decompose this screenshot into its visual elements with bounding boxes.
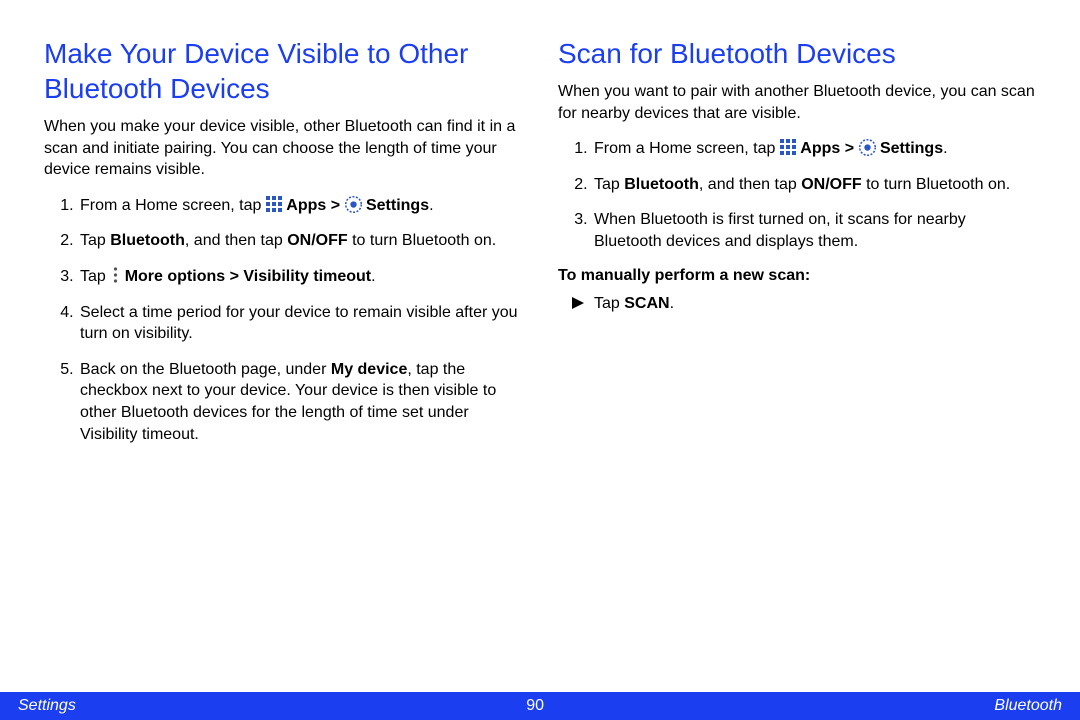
right-intro: When you want to pair with another Bluet… [558, 81, 1036, 124]
step-text: , and then tap [185, 232, 287, 249]
step-end: . [371, 268, 375, 285]
more-options-label: More options > Visibility timeout [125, 268, 371, 285]
my-device-label: My device [331, 361, 407, 378]
left-step-1: From a Home screen, tap Apps > Settings. [78, 195, 522, 217]
step-text: From a Home screen, tap [80, 197, 266, 214]
right-steps-list: From a Home screen, tap Apps > Settings.… [558, 138, 1036, 252]
step-text: Tap [594, 176, 624, 193]
more-options-icon [110, 267, 120, 283]
manual-page: Make Your Device Visible to Other Blueto… [0, 0, 1080, 720]
scan-label: SCAN [624, 295, 669, 312]
right-heading: Scan for Bluetooth Devices [558, 36, 1036, 71]
play-triangle-icon [572, 297, 586, 311]
step-end: . [943, 140, 947, 157]
step-text: Tap [80, 268, 110, 285]
scan-end: . [670, 295, 674, 312]
apps-label: Apps > [800, 140, 858, 157]
apps-grid-icon [780, 139, 796, 155]
left-step-5: Back on the Bluetooth page, under My dev… [78, 359, 522, 445]
settings-label: Settings [366, 197, 429, 214]
left-step-4: Select a time period for your device to … [78, 302, 522, 345]
content-columns: Make Your Device Visible to Other Blueto… [0, 0, 1080, 692]
bluetooth-label: Bluetooth [110, 232, 185, 249]
left-step-2: Tap Bluetooth, and then tap ON/OFF to tu… [78, 230, 522, 252]
settings-gear-icon [859, 139, 876, 156]
right-step-2: Tap Bluetooth, and then tap ON/OFF to tu… [592, 174, 1036, 196]
settings-gear-icon [345, 196, 362, 213]
step-text: to turn Bluetooth on. [862, 176, 1011, 193]
apps-grid-icon [266, 196, 282, 212]
onoff-label: ON/OFF [801, 176, 861, 193]
left-column: Make Your Device Visible to Other Blueto… [44, 36, 522, 682]
step-text: From a Home screen, tap [594, 140, 780, 157]
step-text: Back on the Bluetooth page, under [80, 361, 331, 378]
scan-action-line: Tap SCAN. [558, 295, 1036, 313]
left-heading: Make Your Device Visible to Other Blueto… [44, 36, 522, 106]
left-steps-list: From a Home screen, tap Apps > Settings.… [44, 195, 522, 445]
page-footer: Settings 90 Bluetooth [0, 692, 1080, 720]
step-text: Tap [80, 232, 110, 249]
settings-label: Settings [880, 140, 943, 157]
footer-right: Bluetooth [994, 697, 1062, 715]
left-step-3: Tap More options > Visibility timeout. [78, 266, 522, 288]
step-text: to turn Bluetooth on. [348, 232, 497, 249]
footer-left: Settings [18, 697, 76, 715]
right-step-3: When Bluetooth is first turned on, it sc… [592, 209, 1036, 252]
manual-scan-heading: To manually perform a new scan: [558, 267, 1036, 285]
right-step-1: From a Home screen, tap Apps > Settings. [592, 138, 1036, 160]
scan-prefix: Tap [594, 295, 624, 312]
onoff-label: ON/OFF [287, 232, 347, 249]
step-end: . [429, 197, 433, 214]
bluetooth-label: Bluetooth [624, 176, 699, 193]
right-column: Scan for Bluetooth Devices When you want… [558, 36, 1036, 682]
left-intro: When you make your device visible, other… [44, 116, 522, 181]
scan-text: Tap SCAN. [594, 295, 674, 313]
footer-page-number: 90 [526, 697, 544, 715]
step-text: , and then tap [699, 176, 801, 193]
apps-label: Apps > [286, 197, 344, 214]
